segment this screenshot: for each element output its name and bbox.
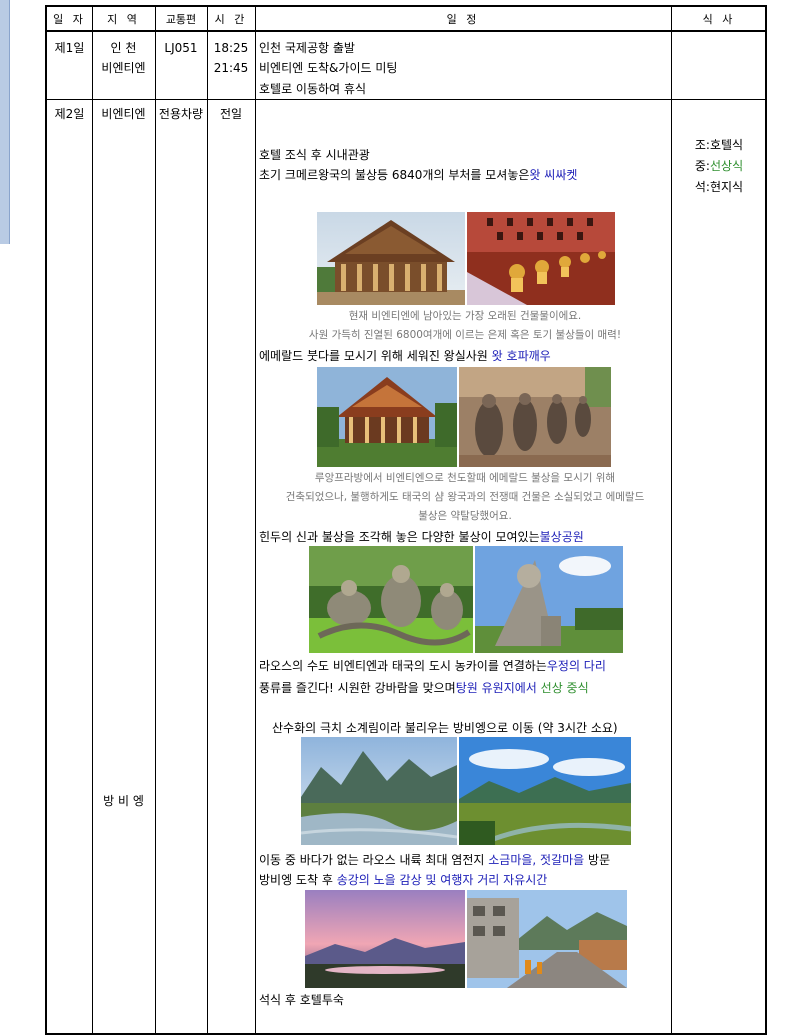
window-edge-strip (0, 0, 10, 244)
header-region: 지 역 (107, 13, 140, 26)
day2-time: 전일 (219, 107, 243, 121)
photo-buddha-park-2 (475, 546, 623, 653)
col-divider (155, 7, 156, 1033)
day1-flight: LJ051 (164, 41, 198, 55)
photo-wat-phra-kaeo-statues (459, 367, 611, 467)
schedule-line-2: 초기 크메르왕국의 불상등 6840개의 부처를 모셔놓은왓 씨싸켓 (259, 168, 578, 182)
day1-depart-time: 18:25 (213, 41, 249, 55)
col-divider (255, 7, 256, 1033)
day1-region-from: 인 천 (110, 41, 137, 55)
col-divider (207, 7, 208, 1033)
caption-phra-kaeo-3: 불상은 약탈당했어요. (418, 510, 512, 522)
col-divider (92, 7, 93, 1033)
caption-sisaket-2: 사원 가득히 진열된 6800여개에 이르는 은제 혹은 토기 불상들이 매력! (308, 329, 622, 341)
photo-vang-vieng-river (301, 737, 457, 845)
schedule-line-9: 방비엥 도착 후 송강의 노을 감상 및 여행자 거리 자유시간 (259, 873, 548, 887)
photo-vang-vieng-valley (459, 737, 631, 845)
schedule-line-4: 힌두의 신과 불상을 조각해 놓은 다양한 불상이 모여있는불상공원 (259, 530, 584, 544)
day2-region-from: 비엔티엔 (101, 107, 146, 121)
day1-line-1: 인천 국제공항 출발 (259, 41, 355, 55)
photo-buddha-park-1 (309, 546, 473, 653)
header-schedule: 일 정 (446, 13, 480, 26)
caption-phra-kaeo-1: 루앙프라방에서 비엔티엔으로 천도할때 에메랄드 불상을 모시기 위해 (314, 472, 616, 484)
schedule-line-1: 호텔 조식 후 시내관광 (259, 148, 370, 162)
day2-transport: 전용차량 (158, 107, 204, 121)
day1-line-3: 호텔로 이동하여 휴식 (259, 82, 366, 96)
photo-wat-sisaket-buddhas (467, 212, 615, 305)
photo-song-river-sunset (305, 890, 465, 988)
day2-label: 제2일 (54, 107, 85, 121)
day1-arrive-time: 21:45 (213, 61, 249, 75)
day1-label: 제1일 (54, 41, 85, 55)
meal-lunch: 중:선상식 (694, 159, 744, 173)
day1-line-2: 비엔티엔 도착&가이드 미팅 (259, 61, 398, 75)
schedule-line-10: 석식 후 호텔투숙 (259, 993, 344, 1007)
photo-travelers-street (467, 890, 627, 988)
schedule-line-3: 에메랄드 붓다를 모시기 위해 세워진 왕실사원 왓 호파깨우 (259, 349, 551, 363)
row-divider (47, 99, 765, 100)
schedule-line-8: 이동 중 바다가 없는 라오스 내륙 최대 염전지 소금마을, 젓갈마을 방문 (259, 853, 611, 867)
meal-dinner: 석:현지식 (694, 180, 744, 194)
caption-sisaket-1: 현재 비엔티엔에 남아있는 가장 오래된 건물물이에요. (348, 310, 582, 322)
schedule-line-7: 산수화의 극치 소계림이라 불리우는 방비엥으로 이동 (약 3시간 소요) (272, 721, 618, 735)
header-transport: 교통편 (165, 13, 197, 26)
day2-region-to: 방 비 엥 (103, 794, 144, 808)
header-divider (47, 30, 765, 32)
schedule-line-6: 풍류를 즐긴다! 시원한 강바람을 맞으며탕원 유원지에서 선상 중식 (259, 681, 589, 695)
meal-breakfast: 조:호텔식 (694, 138, 744, 152)
day1-region-to: 비엔티엔 (101, 61, 146, 75)
schedule-line-5: 라오스의 수도 비엔티엔과 태국의 도시 농카이를 연결하는우정의 다리 (259, 659, 606, 673)
photo-wat-sisaket-exterior (317, 212, 465, 305)
caption-phra-kaeo-2: 건축되었으나, 불행하게도 태국의 샴 왕국과의 전쟁때 건물은 소실되었고 에… (285, 491, 645, 503)
header-time: 시 간 (214, 13, 248, 26)
itinerary-table: 일 자 지 역 교통편 시 간 일 정 식 사 제1일 인 천 비엔티엔 LJ0… (45, 5, 767, 1035)
photo-wat-phra-kaeo-exterior (317, 367, 457, 467)
header-date: 일 자 (53, 13, 86, 26)
header-meal: 식 사 (702, 13, 736, 26)
